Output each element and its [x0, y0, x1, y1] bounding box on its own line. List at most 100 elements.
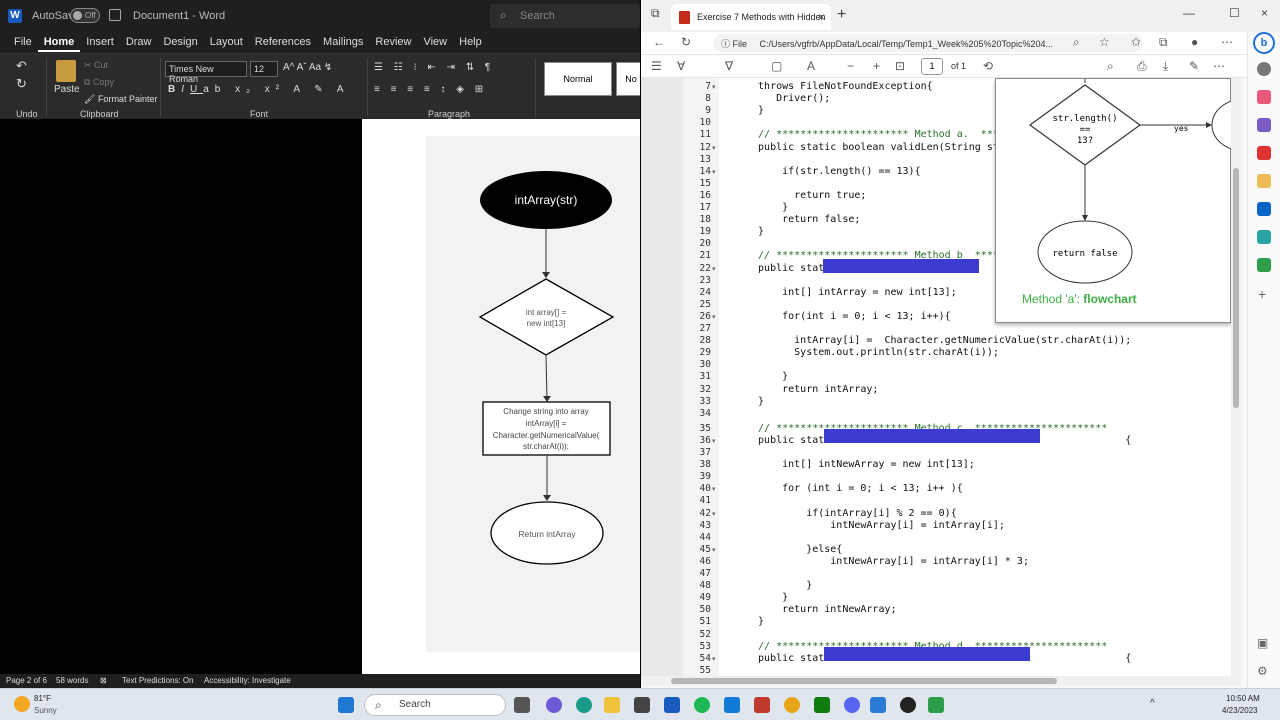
- tab-actions-icon[interactable]: ⧉: [651, 6, 660, 21]
- word-taskbar-icon[interactable]: [664, 697, 680, 713]
- close-window-icon[interactable]: ×: [1261, 6, 1268, 20]
- declaration-diamond[interactable]: [478, 278, 615, 356]
- tab-file[interactable]: File: [8, 32, 38, 52]
- fold-icon[interactable]: ▾: [712, 485, 716, 493]
- tab-mailings[interactable]: Mailings: [317, 32, 369, 52]
- fold-icon[interactable]: ▾: [712, 265, 716, 273]
- word-search-box[interactable]: ⌕ Search: [490, 4, 640, 28]
- fold-icon[interactable]: ▾: [712, 168, 716, 176]
- scroll-thumb[interactable]: [1233, 168, 1239, 408]
- format-painter-button[interactable]: 🖌 Format Painter: [84, 94, 157, 105]
- fold-icon[interactable]: ▾: [712, 437, 716, 445]
- edit-icon[interactable]: ✎: [1189, 59, 1199, 73]
- shopping-icon[interactable]: [1257, 90, 1271, 104]
- tools-icon[interactable]: [1257, 118, 1271, 132]
- tab-references[interactable]: References: [249, 32, 317, 52]
- mail-icon[interactable]: [724, 697, 740, 713]
- store-icon[interactable]: [634, 697, 650, 713]
- chrome-icon[interactable]: [784, 697, 800, 713]
- undo-icon[interactable]: ↶: [16, 58, 27, 74]
- tree-icon[interactable]: [1257, 258, 1271, 272]
- tab-help[interactable]: Help: [453, 32, 488, 52]
- drop-icon[interactable]: [1257, 230, 1271, 244]
- horizontal-scrollbar[interactable]: [641, 676, 1241, 686]
- clock-time[interactable]: 10:50 AM: [1226, 694, 1260, 703]
- taskbar-search[interactable]: ⌕ Search: [364, 694, 506, 716]
- copy-button[interactable]: ⧉ Copy: [84, 77, 114, 88]
- grow-font-icon[interactable]: A^ Aˇ Aa ↯: [283, 62, 332, 73]
- cut-button[interactable]: ✂ Cut: [84, 60, 108, 71]
- flowchart-popup[interactable]: str.length() == 13? yes return false Met…: [995, 78, 1231, 323]
- zoom-in-icon[interactable]: +: [873, 59, 880, 73]
- read-aloud-icon[interactable]: ▢: [771, 59, 782, 73]
- list-buttons[interactable]: ☰ ☷ ⁝ ⇤ ⇥ ⇅ ¶: [374, 62, 494, 73]
- paste-button[interactable]: Paste: [54, 84, 80, 95]
- status-predictions[interactable]: Text Predictions: On: [122, 676, 194, 685]
- highlight-icon[interactable]: ∇: [725, 59, 733, 73]
- style-normal[interactable]: Normal: [544, 62, 612, 96]
- zoom-out-icon[interactable]: −: [847, 59, 854, 73]
- split-screen-icon[interactable]: ▣: [1257, 636, 1268, 650]
- more-icon[interactable]: ⋯: [1221, 35, 1233, 49]
- games-icon[interactable]: [1257, 146, 1271, 160]
- fold-icon[interactable]: ▾: [712, 144, 716, 152]
- pdf-viewer[interactable]: 7 ▾ throws FileNotFoundException{8 Driver…: [641, 78, 1231, 676]
- tab-review[interactable]: Review: [369, 32, 417, 52]
- discord-icon[interactable]: [844, 697, 860, 713]
- tray-chevron-icon[interactable]: ^: [1150, 698, 1155, 709]
- status-words[interactable]: 58 words: [56, 676, 88, 685]
- save-icon[interactable]: [109, 9, 121, 21]
- profile-icon[interactable]: ●: [1191, 35, 1198, 49]
- back-icon[interactable]: ←: [653, 35, 665, 49]
- favorite-icon[interactable]: ☆: [1099, 35, 1110, 49]
- weather-icon[interactable]: [14, 696, 30, 712]
- status-accessibility[interactable]: Accessibility: Investigate: [204, 676, 291, 685]
- font-name-select[interactable]: Times New Roman: [165, 61, 247, 84]
- search-pdf-icon[interactable]: ⌕: [1107, 59, 1114, 74]
- chat-icon[interactable]: [546, 697, 562, 713]
- fit-page-icon[interactable]: ⊡: [895, 59, 905, 73]
- fold-icon[interactable]: ▾: [712, 83, 716, 91]
- app2-icon[interactable]: [928, 697, 944, 713]
- xbox-icon[interactable]: [814, 697, 830, 713]
- tab-insert[interactable]: Insert: [80, 32, 120, 52]
- tab-view[interactable]: View: [417, 32, 453, 52]
- save-pdf-icon[interactable]: ⤓: [1163, 59, 1168, 74]
- contents-icon[interactable]: ☰: [651, 59, 662, 73]
- obs-icon[interactable]: [900, 697, 916, 713]
- print-icon[interactable]: ⎙: [1137, 59, 1147, 74]
- text-icon[interactable]: A: [807, 59, 815, 73]
- office-icon[interactable]: [1257, 174, 1271, 188]
- font-format-buttons[interactable]: BIUab x₂ x² A ✎ A: [168, 84, 350, 95]
- app-icon[interactable]: [754, 697, 770, 713]
- tab-home[interactable]: Home: [37, 32, 81, 52]
- file-explorer-icon[interactable]: [604, 697, 620, 713]
- outlook-icon[interactable]: [1257, 202, 1271, 216]
- drawing-canvas[interactable]: intArray(str) int array[] = new int[13] …: [426, 136, 640, 652]
- close-tab-icon[interactable]: ×: [818, 10, 825, 24]
- search-sidebar-icon[interactable]: [1257, 62, 1271, 76]
- favorites-icon[interactable]: ✩: [1131, 35, 1141, 49]
- fold-icon[interactable]: ▾: [712, 510, 716, 518]
- bing-icon[interactable]: b: [1253, 32, 1275, 54]
- vertical-scrollbar[interactable]: [1231, 78, 1241, 676]
- tab-draw[interactable]: Draw: [120, 32, 158, 52]
- minimize-icon[interactable]: —: [1183, 6, 1195, 20]
- maximize-icon[interactable]: ☐: [1229, 6, 1240, 20]
- add-sidebar-icon[interactable]: +: [1258, 286, 1266, 302]
- settings-icon[interactable]: ⚙: [1257, 664, 1268, 678]
- edge-taskbar-icon[interactable]: [576, 697, 592, 713]
- fold-icon[interactable]: ▾: [712, 655, 716, 663]
- autosave-toggle[interactable]: Off: [70, 8, 100, 23]
- paste-icon[interactable]: [56, 60, 76, 82]
- font-size-select[interactable]: 12: [250, 61, 278, 77]
- refresh-icon[interactable]: ↻: [681, 35, 691, 49]
- tab-pdf[interactable]: Exercise 7 Methods with Hidden ×: [671, 4, 831, 30]
- start-icon[interactable]: [338, 697, 354, 713]
- page-number-input[interactable]: 1: [921, 58, 943, 75]
- status-page[interactable]: Page 2 of 6: [6, 676, 47, 685]
- draw-icon[interactable]: ∀: [677, 59, 685, 73]
- tab-design[interactable]: Design: [157, 32, 203, 52]
- pdf-more-icon[interactable]: ⋯: [1213, 59, 1225, 73]
- collections-icon[interactable]: ⧉: [1159, 35, 1168, 50]
